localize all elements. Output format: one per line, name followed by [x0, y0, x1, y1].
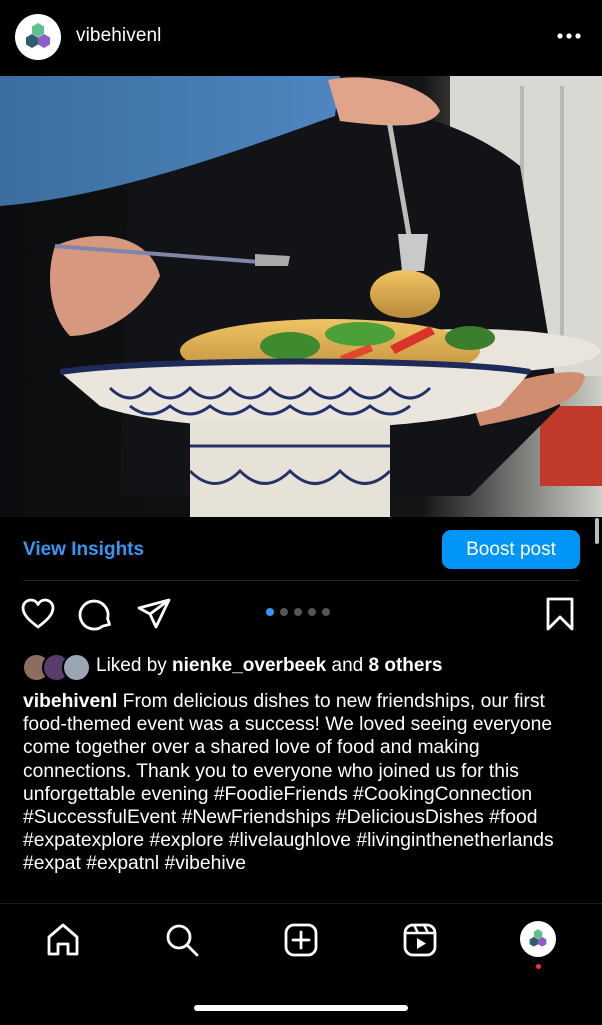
comment-icon[interactable] [78, 596, 114, 632]
divider [23, 580, 579, 581]
reels-icon[interactable] [402, 922, 438, 958]
action-bar [0, 596, 602, 636]
post-username[interactable]: vibehivenl [76, 25, 162, 47]
likes-row: Liked by nienke_overbeek and 8 others [22, 652, 582, 682]
likes-others[interactable]: 8 others [369, 655, 443, 676]
heart-icon[interactable] [20, 596, 56, 632]
profile-nav-avatar[interactable] [520, 921, 556, 957]
carousel-dot [322, 608, 330, 616]
bookmark-icon[interactable] [542, 596, 578, 632]
vibehive-logo-icon [26, 23, 50, 48]
food-photo [0, 76, 602, 517]
post-caption: vibehivenl From delicious dishes to new … [23, 690, 583, 876]
paper-plane-icon[interactable] [136, 596, 172, 632]
caption-text: From delicious dishes to new friendships… [23, 691, 554, 875]
likes-prefix: Liked by [96, 655, 173, 676]
liker-username[interactable]: nienke_overbeek [172, 655, 326, 676]
liker-avatar [62, 653, 91, 682]
carousel-dot [308, 608, 316, 616]
profile-avatar[interactable] [15, 14, 61, 60]
home-indicator [194, 1005, 408, 1011]
view-insights-link[interactable]: View Insights [23, 539, 144, 561]
carousel-dot [280, 608, 288, 616]
post-header: vibehivenl [0, 0, 602, 76]
carousel-indicator [266, 608, 330, 618]
likes-middle: and [326, 655, 369, 676]
plus-square-icon[interactable] [283, 922, 319, 958]
post-image[interactable] [0, 76, 602, 517]
vibehive-logo-icon [529, 929, 547, 947]
caption-username[interactable]: vibehivenl [23, 691, 117, 712]
home-icon[interactable] [45, 922, 81, 958]
carousel-dot [294, 608, 302, 616]
likes-text[interactable]: Liked by nienke_overbeek and 8 others [96, 655, 442, 677]
carousel-dot-active [266, 608, 274, 616]
search-icon[interactable] [164, 922, 200, 958]
liker-avatars[interactable] [22, 652, 91, 682]
notification-dot [536, 964, 541, 969]
insights-row: View Insights Boost post [0, 518, 602, 580]
boost-post-button[interactable]: Boost post [442, 530, 580, 569]
more-horizontal-icon[interactable] [556, 26, 582, 46]
